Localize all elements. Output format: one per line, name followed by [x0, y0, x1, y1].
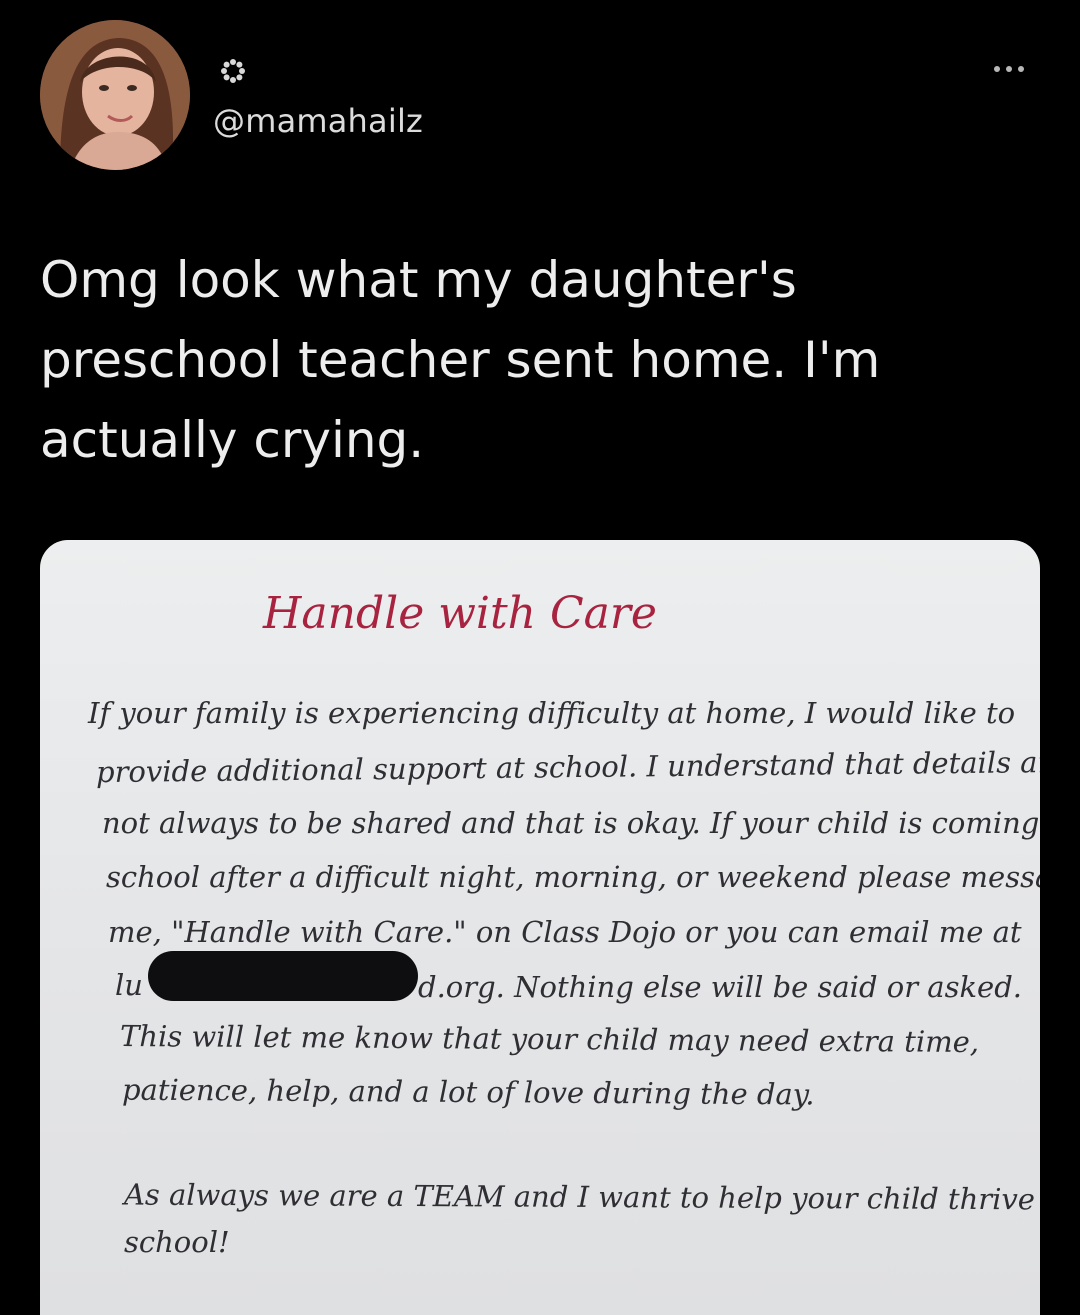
- avatar[interactable]: [40, 20, 190, 170]
- note-line: school after a difficult night, morning,…: [106, 860, 1040, 894]
- note-line: patience, help, and a lot of love during…: [121, 1072, 815, 1112]
- note-title: Handle with Care: [263, 588, 657, 639]
- note-line: As always we are a TEAM and I want to he…: [123, 1177, 1040, 1217]
- user-handle[interactable]: @mamahailz: [213, 102, 423, 140]
- note-line: This will let me know that your child ma…: [119, 1019, 980, 1059]
- note-line: d.org. Nothing else will be said or aske…: [418, 970, 1022, 1004]
- note-line: school!: [124, 1225, 230, 1259]
- redaction-bar: [148, 951, 418, 1001]
- attached-image-note[interactable]: Handle with Care If your family is exper…: [40, 540, 1040, 1315]
- tweet-text: Omg look what my daughter's preschool te…: [40, 251, 881, 469]
- note-line: lu: [115, 968, 143, 1002]
- note-line: not always to be shared and that is okay…: [102, 806, 1040, 840]
- note-line: me, "Handle with Care." on Class Dojo or…: [108, 915, 1022, 949]
- note-line: provide additional support at school. I …: [95, 744, 1040, 790]
- more-options-icon[interactable]: [994, 63, 1034, 75]
- note-line: If your family is experiencing difficult…: [88, 696, 1016, 730]
- gear-icon: [220, 58, 246, 84]
